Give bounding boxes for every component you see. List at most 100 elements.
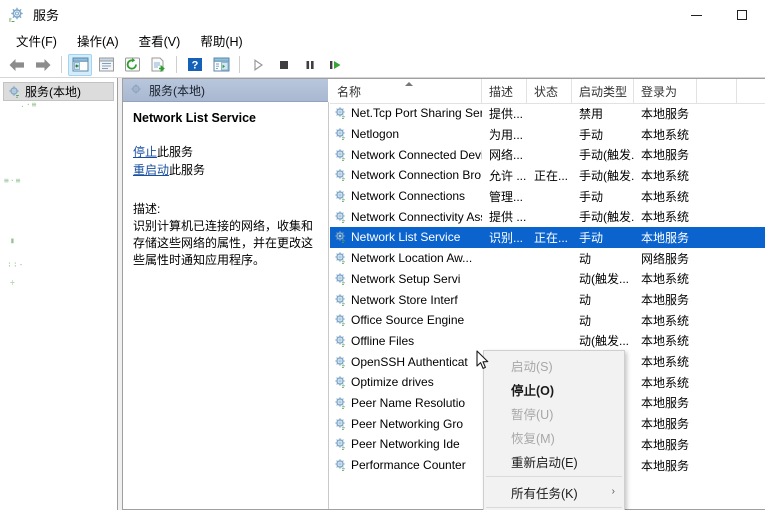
menu-help[interactable]: 帮助(H) [190, 29, 252, 53]
cell-service-name: Optimize drives [330, 375, 482, 389]
services-gear-icon [131, 84, 141, 94]
cell-log-on-as: 本地系统 [634, 208, 697, 225]
table-row[interactable]: Offline Files 动(触发... 本地系统 [330, 331, 765, 352]
ctx-pause: 暂停(U) [484, 401, 624, 425]
show-hide-tree-button[interactable] [68, 53, 92, 76]
ctx-pause-label: 暂停(U) [511, 407, 554, 422]
minimize-icon [690, 14, 702, 16]
table-row[interactable]: Netlogon 为用... 手动 本地系统 [330, 124, 765, 145]
restart-service-button[interactable] [324, 54, 348, 76]
logon-text: 本地服务 [641, 148, 690, 163]
chevron-right-icon: › [611, 486, 615, 497]
cell-log-on-as: 本地系统 [634, 126, 697, 143]
column-status-label: 状态 [534, 84, 559, 99]
show-hide-action-pane-button[interactable] [209, 54, 233, 76]
logon-text: 本地服务 [641, 293, 690, 308]
service-gear-icon [335, 335, 345, 347]
logon-text: 本地服务 [641, 437, 690, 452]
restart-service-link[interactable]: 重启动 [133, 163, 169, 177]
table-row[interactable]: Network Connectivity Ass... 提供 ... 手动(触发..… [330, 206, 765, 227]
tree-artifact: ÷ [10, 278, 16, 287]
start-service-button[interactable] [246, 54, 270, 76]
cell-description: 管理... [482, 188, 527, 205]
stop-service-button[interactable] [272, 54, 296, 76]
tree-artifact: ▮ [10, 236, 16, 245]
column-status[interactable]: 状态 [527, 79, 572, 103]
stop-service-link[interactable]: 停止 [133, 145, 157, 159]
service-gear-icon [335, 293, 345, 306]
menu-file[interactable]: 文件(F) [6, 29, 67, 53]
ctx-restart[interactable]: 重新启动(E) [484, 449, 624, 473]
table-row[interactable]: Network Location Aw... 动 网络服务 [330, 248, 765, 269]
cell-log-on-as: 本地服务 [634, 394, 697, 411]
status-text: 正在... [534, 168, 569, 183]
description-text: 识别... [489, 230, 524, 245]
cell-startup-type: 动 [572, 291, 634, 308]
table-row[interactable]: Office Source Engine 动 本地系统 [330, 310, 765, 331]
forward-button[interactable] [31, 54, 55, 76]
back-button[interactable] [5, 54, 29, 76]
toolbar-separator [176, 56, 177, 73]
startup-text: 手动(触发... [579, 168, 634, 183]
service-gear-icon [335, 148, 345, 161]
table-row[interactable]: Network Connected Devi... 网络... 手动(触发... 本地… [330, 144, 765, 165]
cell-log-on-as: 本地服务 [634, 146, 697, 163]
ctx-start: 启动(S) [484, 353, 624, 377]
table-row[interactable]: Network Setup Servi 动(触发... 本地系统 [330, 269, 765, 290]
window-title: 服务 [33, 7, 60, 23]
export-list-button[interactable] [146, 54, 170, 76]
help-button[interactable]: ? [183, 54, 207, 76]
description-text: 管理... [489, 189, 524, 204]
cell-log-on-as: 本地服务 [634, 436, 697, 453]
cell-log-on-as: 本地系统 [634, 332, 697, 349]
table-row[interactable]: Network Store Interf 动 本地服务 [330, 289, 765, 310]
menu-action[interactable]: 操作(A) [67, 29, 129, 53]
service-gear-icon [335, 355, 345, 368]
column-startup-type-label: 启动类型 [579, 84, 628, 99]
description-text: 提供 ... [489, 210, 527, 225]
tree-artifact: .·≡ [20, 100, 38, 109]
tree-item-services-local[interactable]: 服务(本地) [3, 82, 114, 101]
menu-bar: 文件(F) 操作(A) 查看(V) 帮助(H) [0, 30, 765, 52]
column-log-on-as[interactable]: 登录为 [634, 79, 697, 103]
cell-log-on-as: 本地服务 [634, 291, 697, 308]
cell-startup-type: 动 [572, 312, 634, 329]
services-window: 服务 文件(F) 操作(A) 查看(V) 帮助(H) ? 服务(本地) .·≡ … [0, 0, 765, 510]
console-tree-pane: 服务(本地) .·≡ ≡·≡ ▮ ∶∶- ÷ [0, 78, 118, 510]
logon-text: 本地系统 [641, 189, 690, 204]
cell-service-name: Network Store Interf [330, 293, 482, 307]
toolbar-separator [61, 56, 62, 73]
cell-service-name: Peer Name Resolutio [330, 396, 482, 410]
maximize-button[interactable] [719, 0, 765, 30]
table-row[interactable]: Net.Tcp Port Sharing Ser... 提供... 禁用 本地服务 [330, 103, 765, 124]
ctx-resume: 恢复(M) [484, 425, 624, 449]
stop-icon [280, 60, 288, 69]
minimize-button[interactable] [673, 0, 719, 30]
refresh-button[interactable] [120, 54, 144, 76]
cell-log-on-as: 本地服务 [634, 415, 697, 432]
ctx-stop[interactable]: 停止(O) [484, 377, 624, 401]
startup-text: 动 [579, 251, 592, 266]
detail-header-label: 服务(本地) [149, 83, 205, 98]
menu-view[interactable]: 查看(V) [129, 29, 191, 53]
status-text: 正在... [534, 230, 569, 245]
properties-button[interactable] [94, 54, 118, 76]
column-description[interactable]: 描述 [482, 79, 527, 103]
column-name[interactable]: 名称 [330, 79, 482, 103]
column-startup-type[interactable]: 启动类型 [572, 79, 634, 103]
table-row[interactable]: Network Connections 管理... 手动 本地系统 [330, 186, 765, 207]
service-detail-pane: Network List Service 停止此服务 重启动此服务 描述: 识别… [123, 102, 329, 509]
logon-text: 本地系统 [641, 127, 690, 142]
pause-service-button[interactable] [298, 54, 322, 76]
service-name-text: Net.Tcp Port Sharing Ser... [351, 106, 482, 121]
cell-log-on-as: 本地系统 [634, 374, 697, 391]
cell-startup-type: 手动 [572, 188, 634, 205]
service-gear-icon [335, 314, 345, 327]
table-row[interactable]: Network List Service 识别... 正在... 手动 本地服务 [330, 227, 765, 248]
ctx-all-tasks[interactable]: 所有任务(K) › [484, 480, 624, 504]
cell-log-on-as: 本地服务 [634, 457, 697, 474]
list-header: 名称 描述 状态 启动类型 登录为 [330, 79, 765, 104]
table-row[interactable]: Network Connection Bro... 允许 ... 正在... 手动(触… [330, 165, 765, 186]
restart-service-row: 重启动此服务 [133, 162, 320, 178]
stop-service-row: 停止此服务 [133, 144, 320, 160]
